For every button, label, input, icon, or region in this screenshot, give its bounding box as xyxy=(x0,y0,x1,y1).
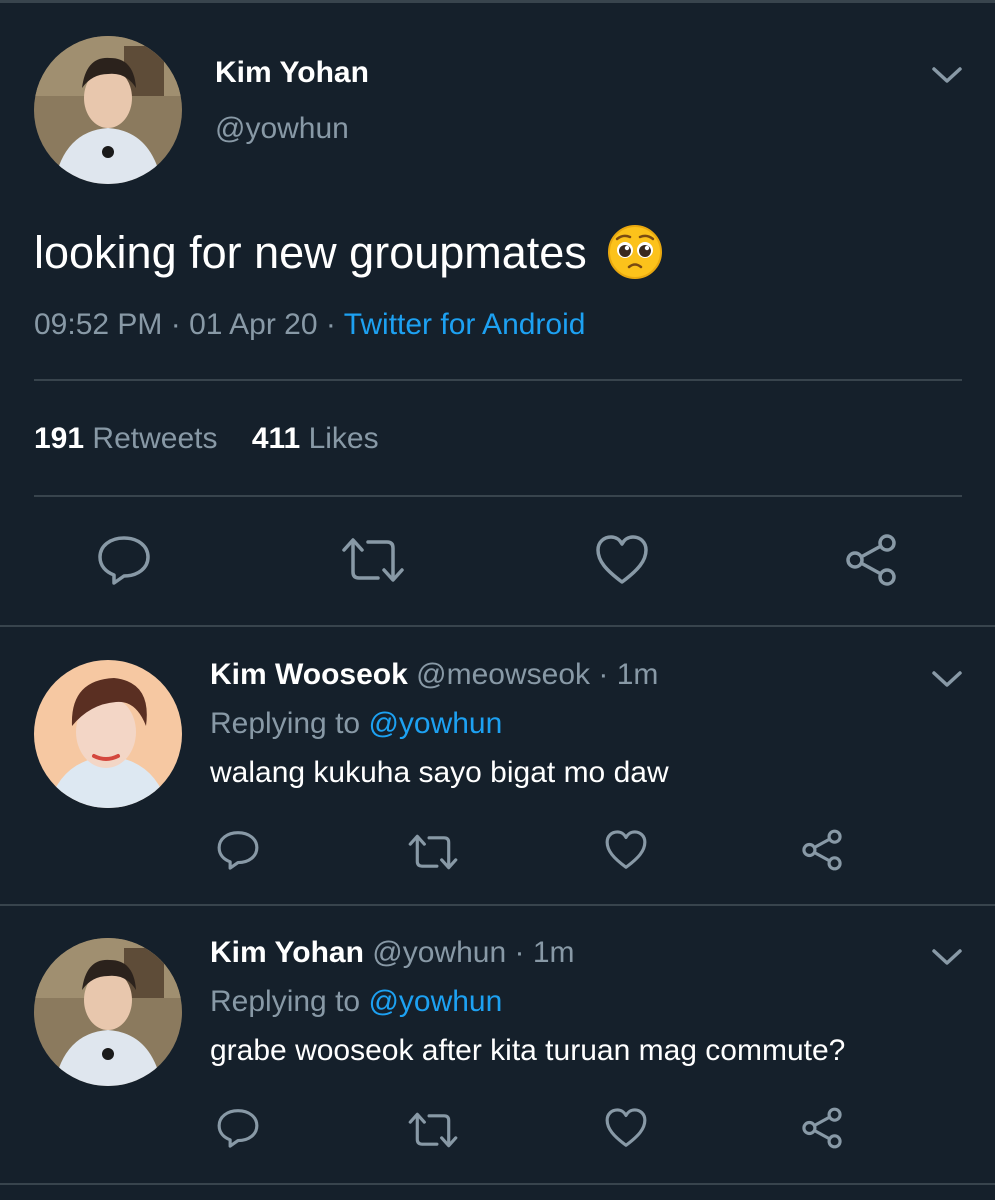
meta-separator: · xyxy=(170,308,181,341)
pleading-face-emoji xyxy=(607,224,663,280)
replying-to-prefix: Replying to xyxy=(210,985,361,1018)
likes-label: Likes xyxy=(308,422,379,455)
reply-icon[interactable] xyxy=(96,532,152,588)
replying-to: Replying to @yowhun xyxy=(210,705,502,743)
reply-time-separator: · xyxy=(598,658,609,691)
likes-stat[interactable]: 411 Likes xyxy=(252,422,379,455)
tweet-source-link[interactable]: Twitter for Android xyxy=(344,308,586,341)
reply-header: Kim Wooseok @meowseok · 1m xyxy=(210,656,658,694)
top-divider xyxy=(0,0,995,3)
reply-display-name[interactable]: Kim Wooseok xyxy=(210,658,408,691)
reply-header: Kim Yohan @yowhun · 1m xyxy=(210,934,575,972)
tweet-time: 09:52 PM xyxy=(34,308,163,341)
reply-icon[interactable] xyxy=(216,828,260,872)
share-icon[interactable] xyxy=(843,532,899,588)
retweets-label: Retweets xyxy=(92,422,218,455)
divider xyxy=(34,495,962,497)
chevron-down-icon[interactable] xyxy=(931,62,963,88)
share-icon[interactable] xyxy=(800,1106,844,1150)
reply-handle[interactable]: @yowhun xyxy=(372,936,506,969)
reply-time: 1m xyxy=(616,658,659,691)
replying-to: Replying to @yowhun xyxy=(210,983,502,1021)
chevron-down-icon[interactable] xyxy=(931,944,963,970)
reply-handle[interactable]: @meowseok xyxy=(416,658,590,691)
replying-to-prefix: Replying to xyxy=(210,707,361,740)
tweet-stats: 191 Retweets 411 Likes xyxy=(34,420,379,458)
retweet-icon[interactable] xyxy=(340,532,406,588)
reply-text: grabe wooseok after kita turuan mag comm… xyxy=(210,1034,846,1067)
meta-separator: · xyxy=(325,308,336,341)
avatar-kim-wooseok[interactable] xyxy=(34,660,182,808)
tweet-date[interactable]: 01 Apr 20 xyxy=(189,308,317,341)
reply-text: walang kukuha sayo bigat mo daw xyxy=(210,756,669,789)
likes-count: 411 xyxy=(251,422,301,455)
replying-to-handle[interactable]: @yowhun xyxy=(368,707,502,740)
like-icon[interactable] xyxy=(594,532,650,588)
retweet-icon[interactable] xyxy=(407,830,459,874)
reply-icon[interactable] xyxy=(216,1106,260,1150)
avatar-kim-yohan[interactable] xyxy=(34,36,182,184)
retweet-icon[interactable] xyxy=(407,1108,459,1152)
display-name[interactable]: Kim Yohan xyxy=(215,55,369,91)
chevron-down-icon[interactable] xyxy=(931,666,963,692)
share-icon[interactable] xyxy=(800,828,844,872)
replying-to-handle[interactable]: @yowhun xyxy=(368,985,502,1018)
handle[interactable]: @yowhun xyxy=(215,111,349,147)
reply-time-separator: · xyxy=(514,936,525,969)
tweet-text: looking for new groupmates xyxy=(34,224,663,281)
like-icon[interactable] xyxy=(604,1106,648,1150)
reply-display-name[interactable]: Kim Yohan xyxy=(210,936,364,969)
avatar-kim-yohan[interactable] xyxy=(34,938,182,1086)
like-icon[interactable] xyxy=(604,828,648,872)
divider xyxy=(0,904,995,906)
divider xyxy=(0,1183,995,1185)
retweets-count: 191 xyxy=(34,422,85,455)
reply-time: 1m xyxy=(532,936,575,969)
tweet-text-content: looking for new groupmates xyxy=(34,227,587,278)
divider xyxy=(34,379,962,381)
divider xyxy=(0,625,995,627)
tweet-meta: 09:52 PM · 01 Apr 20 · Twitter for Andro… xyxy=(34,306,585,344)
retweets-stat[interactable]: 191 Retweets xyxy=(34,422,226,455)
